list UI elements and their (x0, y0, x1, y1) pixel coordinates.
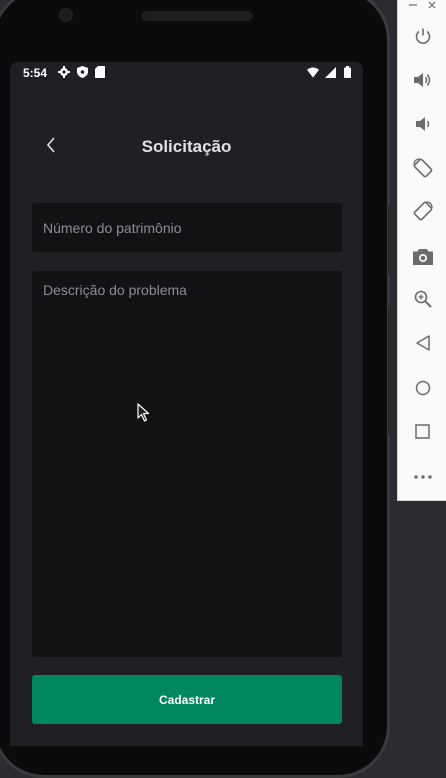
rotate-right-button[interactable] (398, 196, 446, 226)
problem-description-placeholder: Descrição do problema (43, 282, 187, 298)
earpiece-speaker (141, 11, 253, 21)
nav-overview-button[interactable] (398, 416, 446, 446)
volume-rocker (388, 205, 392, 275)
side-rail (388, 305, 392, 435)
power-icon (414, 27, 432, 45)
minimize-icon[interactable] (406, 0, 420, 10)
signal-icon (324, 66, 336, 78)
app-screen: 5:54 Solicitação Número do patrimônio De… (10, 62, 363, 746)
zoom-icon (414, 290, 432, 308)
header: Solicitação (10, 124, 363, 170)
rotate-left-button[interactable] (398, 153, 446, 183)
camera-icon (412, 248, 433, 265)
rotate-left-icon (412, 157, 434, 179)
volume-up-icon (413, 71, 433, 89)
status-bar: 5:54 (10, 62, 363, 84)
asset-number-placeholder: Número do patrimônio (43, 219, 182, 236)
rotate-right-icon (412, 200, 434, 222)
volume-down-icon (414, 115, 432, 133)
power-button[interactable] (398, 21, 446, 51)
mouse-pointer-icon (137, 403, 151, 423)
screenshot-button[interactable] (398, 241, 446, 271)
more-button[interactable] (398, 462, 446, 492)
battery-icon (341, 66, 353, 78)
gear-icon (58, 66, 70, 78)
close-icon[interactable] (425, 0, 439, 10)
status-icons-right (307, 66, 353, 78)
home-icon (415, 380, 431, 396)
zoom-button[interactable] (398, 284, 446, 314)
sd-card-icon (94, 66, 106, 78)
submit-button[interactable]: Cadastrar (32, 675, 342, 724)
shield-icon (76, 66, 88, 78)
emulator-toolbar (397, 0, 446, 501)
nav-back-button[interactable] (398, 328, 446, 358)
status-time: 5:54 (23, 66, 48, 80)
nav-home-button[interactable] (398, 373, 446, 403)
submit-button-label: Cadastrar (158, 692, 216, 707)
asset-number-input[interactable]: Número do patrimônio (32, 203, 342, 252)
overview-icon (415, 423, 430, 439)
front-camera (59, 8, 73, 22)
problem-description-input[interactable]: Descrição do problema (32, 271, 342, 657)
volume-down-button[interactable] (398, 109, 446, 139)
volume-up-button[interactable] (398, 65, 446, 95)
status-icons-left (58, 66, 106, 78)
wifi-icon (307, 66, 319, 78)
more-icon (413, 475, 432, 479)
back-icon (415, 335, 431, 351)
page-title: Solicitação (141, 137, 232, 156)
